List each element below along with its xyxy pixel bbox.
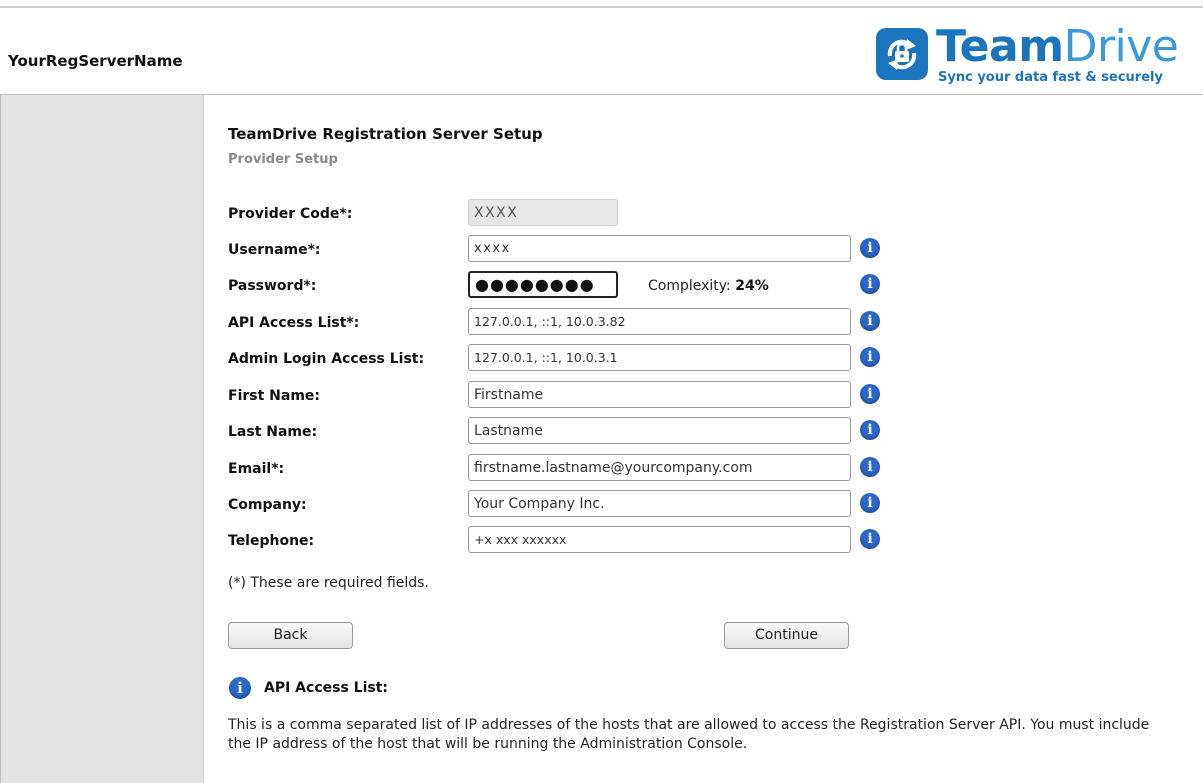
username-input[interactable] <box>468 235 851 262</box>
logo-wordmark: TeamDrive <box>936 21 1179 72</box>
help-title: API Access List: <box>264 680 388 696</box>
help-text: This is a comma separated list of IP add… <box>228 717 1150 752</box>
username-label: Username*: <box>228 242 321 258</box>
telephone-label: Telephone: <box>228 533 315 549</box>
continue-button[interactable]: Continue <box>724 622 849 649</box>
first-name-input[interactable] <box>468 381 851 408</box>
provider-code-input <box>468 199 618 226</box>
admin-login-access-list-input[interactable] <box>468 344 851 371</box>
password-input[interactable]: ●●●●●●●● <box>468 271 618 298</box>
info-icon[interactable]: i <box>860 420 880 440</box>
info-icon: i <box>229 677 251 699</box>
info-icon[interactable]: i <box>860 529 880 549</box>
password-label: Password*: <box>228 278 317 294</box>
email-label: Email*: <box>228 461 285 477</box>
info-icon[interactable]: i <box>860 493 880 513</box>
teamdrive-lock-sync-icon <box>876 28 928 80</box>
info-icon[interactable]: i <box>860 311 880 331</box>
info-icon[interactable]: i <box>860 238 880 258</box>
page-title: TeamDrive Registration Server Setup <box>228 125 543 143</box>
provider-code-label: Provider Code*: <box>228 206 353 222</box>
back-button[interactable]: Back <box>228 622 353 649</box>
last-name-label: Last Name: <box>228 424 318 440</box>
logo-tagline: Sync your data fast & securely <box>938 70 1163 85</box>
email-input[interactable] <box>468 454 851 481</box>
header: YourRegServerName TeamDrive Sync your da… <box>0 8 1203 95</box>
info-icon[interactable]: i <box>860 457 880 477</box>
password-complexity: Complexity: 24% <box>648 278 769 294</box>
last-name-input[interactable] <box>468 417 851 444</box>
required-fields-note: (*) These are required fields. <box>228 575 429 591</box>
server-name: YourRegServerName <box>8 52 183 70</box>
company-label: Company: <box>228 497 307 513</box>
info-icon[interactable]: i <box>860 347 880 367</box>
info-icon[interactable]: i <box>860 274 880 294</box>
page-subtitle: Provider Setup <box>228 152 338 167</box>
sidebar <box>0 95 204 783</box>
top-border <box>0 0 1203 8</box>
teamdrive-logo: TeamDrive Sync your data fast & securely <box>874 22 1184 90</box>
api-access-list-label: API Access List*: <box>228 315 360 331</box>
admin-login-access-list-label: Admin Login Access List: <box>228 351 425 367</box>
telephone-input[interactable] <box>468 526 851 553</box>
info-icon[interactable]: i <box>860 384 880 404</box>
first-name-label: First Name: <box>228 388 321 404</box>
api-access-list-input[interactable] <box>468 308 851 335</box>
company-input[interactable] <box>468 490 851 517</box>
